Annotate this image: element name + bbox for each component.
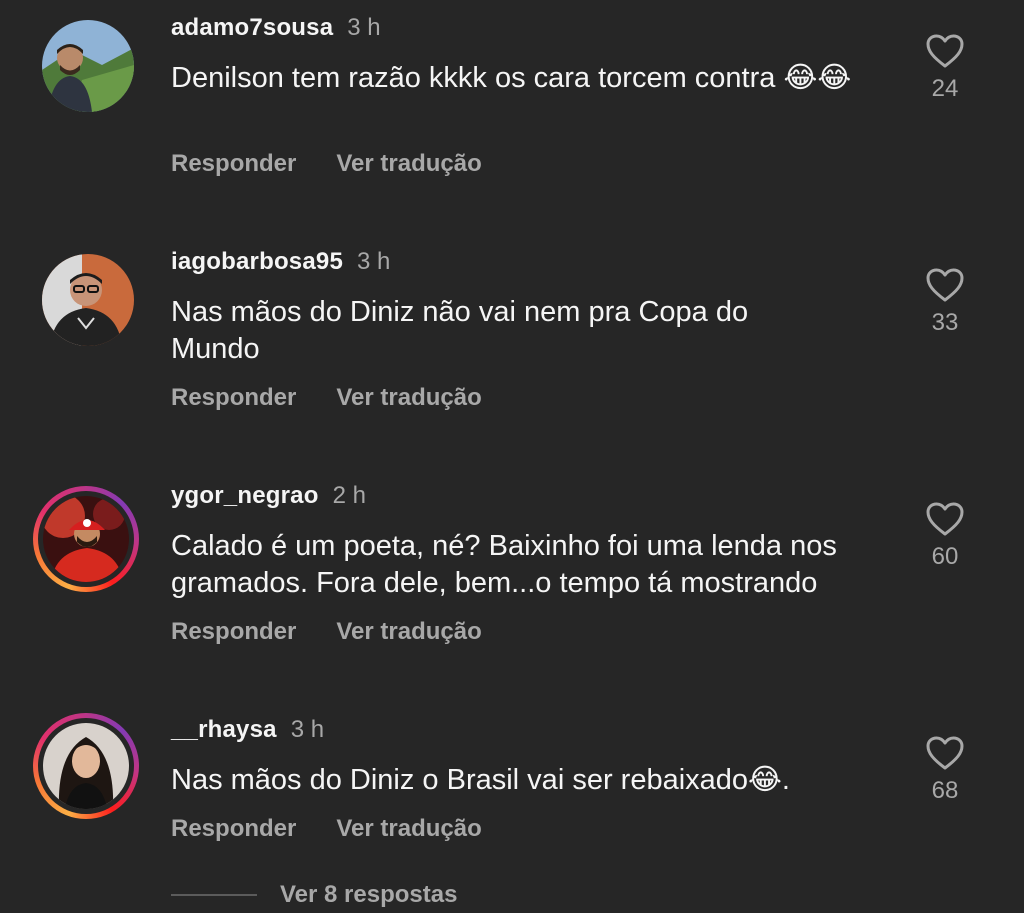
avatar[interactable] xyxy=(40,18,136,114)
comment-text: Nas mãos do Diniz não vai nem pra Copa d… xyxy=(171,296,749,365)
comments-list: adamo7sousa 3 h Denilson tem razão kkkk o… xyxy=(0,0,1024,913)
comment-actions: Responder Ver tradução xyxy=(171,150,482,178)
like-count: 24 xyxy=(931,75,959,102)
comment-header: iagobarbosa95 3 h xyxy=(171,248,390,276)
reply-button[interactable]: Responder xyxy=(171,618,296,645)
timestamp: 3 h xyxy=(357,248,391,275)
timestamp: 3 h xyxy=(290,716,325,743)
heart-outline-icon[interactable] xyxy=(925,267,965,303)
username[interactable]: adamo7sousa xyxy=(171,14,333,41)
like-button[interactable]: 24 xyxy=(915,33,975,103)
avatar-photo-man-red-cap xyxy=(43,496,129,582)
heart-outline-icon[interactable] xyxy=(925,33,965,69)
username[interactable]: iagobarbosa95 xyxy=(171,248,343,275)
username[interactable]: ygor_negrao xyxy=(171,482,319,509)
see-translation-button[interactable]: Ver tradução xyxy=(336,618,481,645)
reply-button[interactable]: Responder xyxy=(171,384,296,411)
see-translation-button[interactable]: Ver tradução xyxy=(336,384,481,411)
reply-button[interactable]: Responder xyxy=(171,815,296,842)
see-translation-button[interactable]: Ver tradução xyxy=(336,815,481,842)
avatar-photo-mountain-man xyxy=(42,20,134,112)
comment-header: ygor_negrao 2 h xyxy=(171,482,366,510)
like-button[interactable]: 68 xyxy=(915,735,975,805)
comment-text: Nas mãos do Diniz o Brasil vai ser rebai… xyxy=(171,764,790,796)
comment-text: Calado é um poeta, né? Baixinho foi uma … xyxy=(171,530,837,599)
username[interactable]: __rhaysa xyxy=(171,716,277,743)
comment-header: adamo7sousa 3 h xyxy=(171,14,381,42)
like-count: 33 xyxy=(931,309,959,336)
comment-actions: Responder Ver tradução xyxy=(171,384,482,412)
comment-text: Denilson tem razão kkkk os cara torcem c… xyxy=(171,62,852,94)
reply-button[interactable]: Responder xyxy=(171,150,296,177)
heart-outline-icon[interactable] xyxy=(925,501,965,537)
heart-outline-icon[interactable] xyxy=(925,735,965,771)
comment-header: __rhaysa 3 h xyxy=(171,716,324,744)
avatar[interactable] xyxy=(40,252,136,348)
avatar-with-story-ring[interactable] xyxy=(33,713,139,819)
like-button[interactable]: 60 xyxy=(915,501,975,571)
avatar-photo-man-glasses xyxy=(42,254,134,346)
avatar-photo-woman xyxy=(43,723,129,809)
view-replies-button[interactable]: Ver 8 respostas xyxy=(280,880,457,910)
timestamp: 2 h xyxy=(332,482,366,509)
comment-actions: Responder Ver tradução xyxy=(171,815,482,843)
like-button[interactable]: 33 xyxy=(915,267,975,337)
like-count: 60 xyxy=(931,543,959,570)
replies-divider xyxy=(171,894,257,896)
avatar-with-story-ring[interactable] xyxy=(33,486,139,592)
timestamp: 3 h xyxy=(347,14,381,41)
like-count: 68 xyxy=(931,777,959,804)
comment-actions: Responder Ver tradução xyxy=(171,618,482,646)
see-translation-button[interactable]: Ver tradução xyxy=(336,150,481,177)
